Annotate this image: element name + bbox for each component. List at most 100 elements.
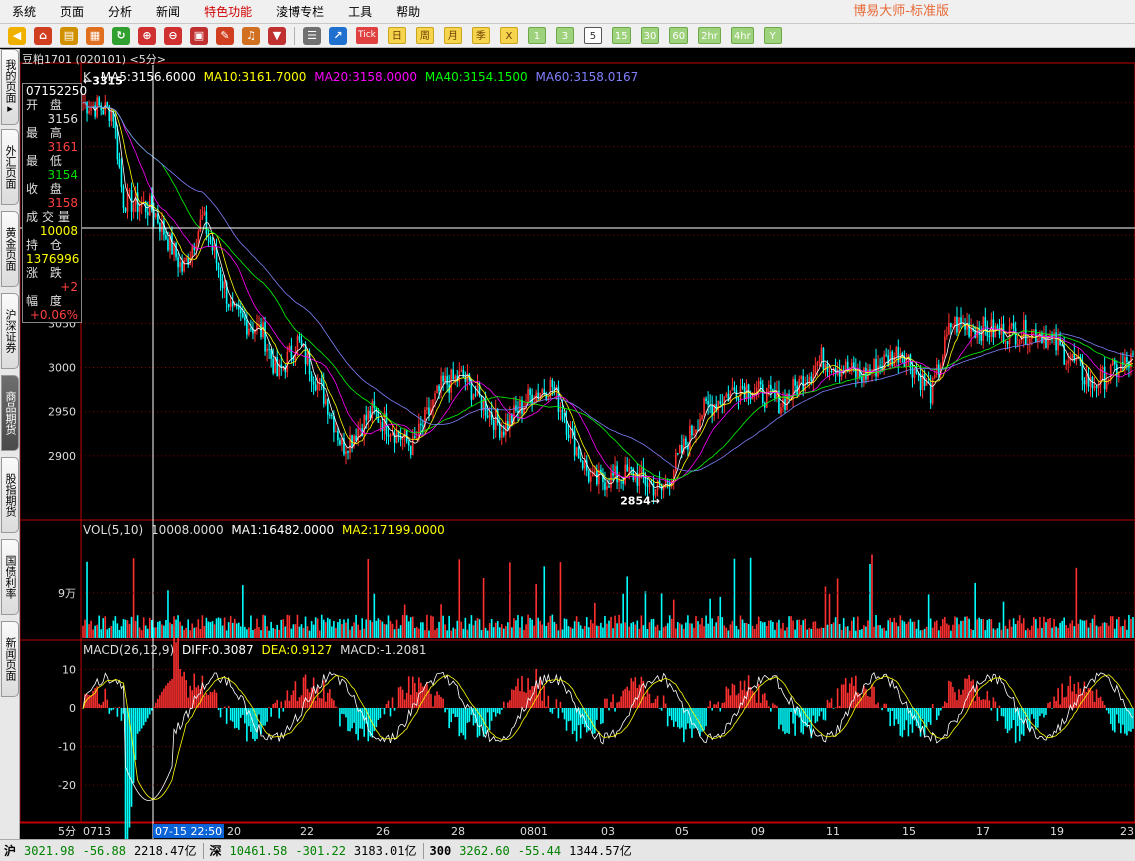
calendar-button-2[interactable]: 月 (443, 27, 462, 44)
layout-icon[interactable]: ▦ (86, 26, 104, 45)
candle-body (349, 435, 351, 453)
macd-bar (824, 708, 827, 721)
candle-body (492, 419, 495, 430)
candle-body (395, 430, 398, 443)
filter-icon[interactable]: ▼ (268, 26, 286, 45)
calendar-button-0[interactable]: 日 (387, 27, 406, 44)
volume-bar (1073, 626, 1076, 638)
volume-bar (418, 628, 420, 638)
left-tab-0[interactable]: 我的页面 ▸ (1, 49, 19, 125)
index-amount: 2218.47亿 (133, 844, 197, 858)
candle-body (1132, 353, 1134, 355)
period-button-1[interactable]: 1 (527, 27, 546, 44)
bell-icon[interactable]: ♫ (242, 26, 260, 45)
calendar-button-4[interactable]: X (499, 27, 518, 44)
volume-bar (258, 627, 260, 638)
period-button-3[interactable]: 3 (555, 27, 574, 44)
menu-item-7[interactable]: 帮助 (384, 0, 432, 24)
volume-bar (982, 619, 985, 638)
candle-body (774, 392, 776, 399)
volume-bar (828, 594, 831, 638)
period-button-Y[interactable]: Y (763, 27, 782, 44)
left-tab-5[interactable]: 股指期货 (1, 457, 19, 533)
period-button-30[interactable]: 30 (640, 27, 660, 44)
chart-area[interactable]: 3050 3000 2950 2900 ←3315 2854→ 9万 10 0 -10 -20 5分 0… (20, 49, 1135, 839)
macd-bar (513, 690, 515, 708)
left-tab-1[interactable]: 外汇页面 (1, 129, 19, 205)
volume-bar (747, 623, 750, 638)
candle-body (879, 365, 881, 367)
volume-bar (264, 615, 266, 638)
volume-bar (636, 620, 639, 638)
volume-bar (359, 629, 361, 638)
volume-bar (865, 626, 867, 638)
volume-bar (733, 558, 736, 638)
volume-bar (254, 628, 256, 638)
volume-bar (165, 619, 167, 638)
volume-bar (850, 620, 853, 638)
menu-item-2[interactable]: 分析 (96, 0, 144, 24)
candle-body (757, 381, 760, 388)
candle-body (563, 419, 566, 421)
chart-canvas[interactable]: 3050300029502900←33152854→9万100-10-205分 0… (20, 49, 1135, 839)
left-tab-4[interactable]: 商品期货 (1, 375, 19, 451)
left-tab-label: 沪深证券 (4, 309, 17, 353)
calendar-button-3[interactable]: 季 (471, 27, 490, 44)
candle-body (719, 401, 722, 405)
menu-item-0[interactable]: 系统 (0, 0, 48, 24)
volume-bar (167, 590, 169, 638)
volume-bar (1124, 619, 1126, 638)
home-icon[interactable]: ⌂ (34, 26, 52, 45)
period-button-15[interactable]: 15 (611, 27, 631, 44)
left-tab-7[interactable]: 新闻页面 (1, 621, 19, 697)
volume-bar (676, 622, 679, 638)
candle-body (929, 383, 932, 404)
volume-bar (221, 625, 224, 638)
window-icon[interactable]: ▣ (190, 26, 208, 45)
volume-bar (187, 619, 189, 638)
zoom-in-icon[interactable]: ⊕ (138, 26, 156, 45)
period-button-5[interactable]: 5 (583, 27, 602, 44)
candle-body (1103, 367, 1106, 390)
left-tab-label: 我的页面 (4, 59, 17, 103)
refresh-icon[interactable]: ↻ (112, 26, 130, 45)
volume-bar (652, 618, 655, 638)
left-tab-3[interactable]: 沪深证券 (1, 293, 19, 369)
macd-bar (836, 688, 839, 708)
macd-bar (956, 700, 958, 708)
left-tab-2[interactable]: 黄金页面 (1, 211, 19, 287)
zoom-out-icon[interactable]: ⊖ (164, 26, 182, 45)
volume-bar (389, 620, 392, 638)
volume-bar (367, 559, 370, 638)
volume-bar (1061, 620, 1063, 638)
period-button-60[interactable]: 60 (669, 27, 689, 44)
volume-bar (444, 624, 446, 638)
volume-bar (525, 624, 527, 638)
volume-bar (351, 626, 353, 638)
tick-button[interactable]: Tick (356, 27, 378, 44)
period-button-4hr[interactable]: 4hr (730, 27, 754, 44)
menu-item-3[interactable]: 新闻 (144, 0, 192, 24)
pencil-icon[interactable]: ✎ (216, 26, 234, 45)
candle-body (474, 394, 477, 396)
menu-item-5[interactable]: 淩博专栏 (264, 0, 336, 24)
book-icon[interactable]: ▤ (60, 26, 78, 45)
candle-body (413, 436, 416, 439)
left-tab-6[interactable]: 国债利率 (1, 539, 19, 615)
volume-bar (1012, 618, 1015, 638)
candle-body (1095, 385, 1098, 389)
menu-item-6[interactable]: 工具 (336, 0, 384, 24)
period-button-2hr[interactable]: 2hr (698, 27, 721, 44)
volume-bar (411, 616, 414, 638)
chart-line-icon[interactable]: ↗ (329, 26, 347, 45)
menu-item-4[interactable]: 特色功能 (192, 0, 264, 24)
table-icon[interactable]: ☰ (303, 26, 321, 45)
macd-bar (146, 708, 149, 719)
macd-bar (616, 702, 618, 708)
calendar-button-1[interactable]: 周 (415, 27, 434, 44)
volume-bar (1107, 625, 1110, 638)
back-arrow-icon[interactable]: ◀ (8, 26, 26, 45)
index-change: -55.44 (517, 843, 562, 858)
menu-item-1[interactable]: 页面 (48, 0, 96, 24)
volume-bar (331, 626, 333, 638)
